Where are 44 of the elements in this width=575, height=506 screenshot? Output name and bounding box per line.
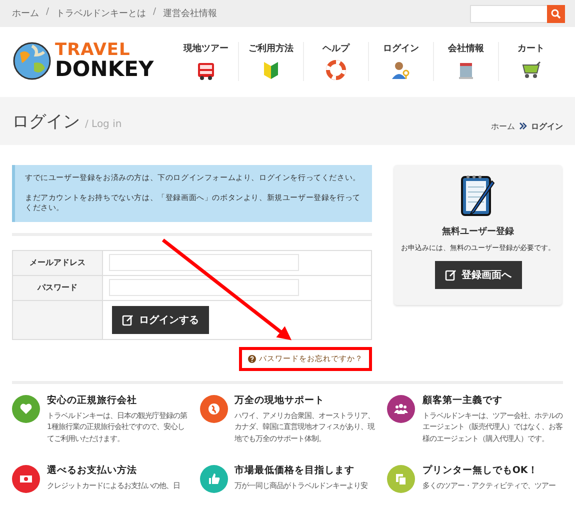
nav-item[interactable]: カート (498, 42, 563, 80)
signup-title: 無料ユーザー登録 (442, 225, 514, 238)
page-title: ログイン (12, 110, 80, 132)
feature-title: 顧客第一主義です (422, 394, 504, 407)
register-button[interactable]: 登録画面へ (434, 261, 522, 289)
nav-item[interactable]: ご利用方法 (238, 42, 303, 80)
top-link[interactable]: 運営会社情報 (163, 7, 218, 20)
people-icon (394, 402, 408, 416)
thumbs-up-icon (206, 472, 221, 486)
input-field[interactable] (109, 279, 299, 296)
feature-title: 安心の正規旅行会社 (47, 394, 138, 407)
breadcrumb-separator: / (46, 7, 50, 19)
edit-icon (122, 314, 134, 326)
top-link[interactable]: ホーム (12, 7, 39, 20)
nav-item[interactable]: ヘルプ (303, 42, 368, 80)
double-chevron-icon (519, 122, 527, 130)
nav-item[interactable]: ログイン (368, 42, 433, 80)
search-button[interactable] (547, 4, 565, 22)
page-subtitle: / Log in (85, 118, 122, 130)
question-icon (248, 354, 256, 363)
feature-title: プリンター無しでもOK！ (422, 464, 539, 478)
lifebuoy-icon (325, 58, 347, 80)
feature-title: 市場最低価格を目指します (234, 464, 356, 478)
search-field[interactable] (470, 4, 547, 22)
globe-drawing (12, 41, 52, 81)
heart-icon (19, 402, 33, 416)
nav-item[interactable]: 会社情報 (433, 42, 498, 80)
top-link[interactable]: トラベルドンキーとは (56, 7, 146, 20)
search-icon (551, 8, 561, 18)
nav-item[interactable]: 現地ツアー (174, 42, 238, 80)
cart-icon (520, 58, 542, 80)
breadcrumb-link[interactable]: ログイン (531, 120, 563, 132)
breadcrumb-link[interactable]: ホーム (491, 120, 515, 132)
documents-icon (394, 472, 408, 486)
field-label: パスワード (13, 276, 103, 301)
logo-text: TRAVEL (55, 42, 132, 59)
feature-title: 選べるお支払い方法 (47, 464, 138, 478)
login-button[interactable]: ログインする (112, 306, 209, 334)
edit-icon (444, 269, 456, 281)
breadcrumb-separator: / (153, 7, 156, 19)
input-field[interactable] (109, 254, 299, 272)
logo-text: DONKEY (55, 59, 154, 80)
field-label: メールアドレス (13, 250, 103, 276)
feature-title: 万全の現地サポート (234, 394, 326, 407)
